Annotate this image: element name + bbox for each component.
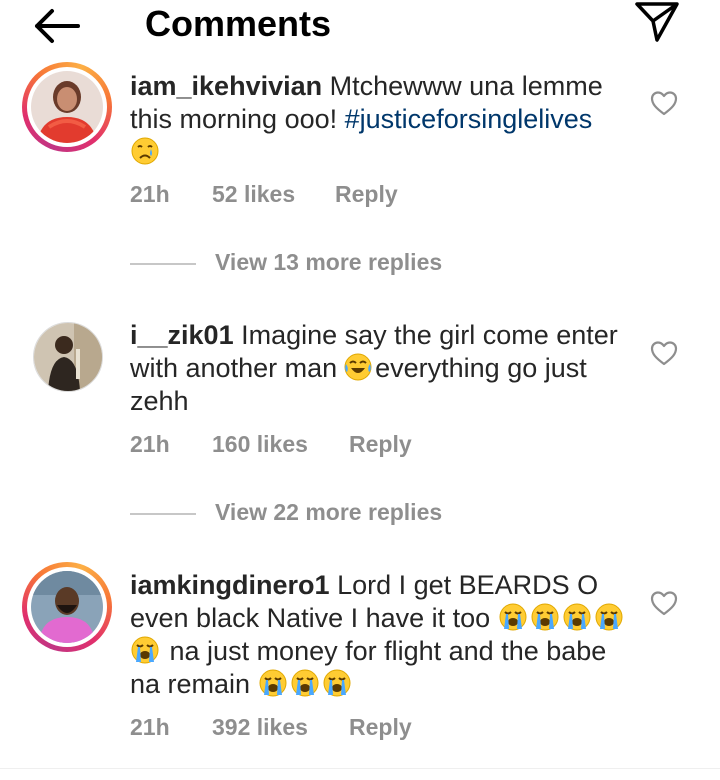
avatar[interactable]	[22, 562, 112, 652]
comment-text: iam_ikehvivian Mtchewww una lemme this m…	[130, 70, 630, 169]
avatar[interactable]	[22, 311, 112, 401]
comment-username[interactable]: iamkingdinero1	[130, 570, 330, 600]
comment-body-continued: na just money for flight and the babe na…	[130, 636, 607, 699]
profile-photo	[34, 323, 102, 391]
bottom-divider	[0, 768, 720, 769]
view-replies-button[interactable]: View 22 more replies	[130, 499, 530, 529]
heart-icon	[650, 341, 678, 366]
like-button[interactable]	[650, 340, 678, 366]
avatar[interactable]	[22, 62, 112, 152]
comments-header: Comments	[0, 0, 720, 52]
likes-count[interactable]: 160 likes	[212, 431, 308, 458]
loudly-crying-emoji	[290, 668, 320, 698]
share-button[interactable]	[633, 0, 681, 44]
loudly-crying-emoji	[530, 602, 560, 632]
hashtag-link[interactable]: #justiceforsinglelives	[345, 104, 593, 134]
back-button[interactable]	[30, 6, 82, 46]
view-replies-button[interactable]: View 13 more replies	[130, 249, 530, 279]
comment-time: 21h	[130, 714, 170, 740]
arrow-left-icon	[35, 9, 80, 43]
tears-of-joy-emoji	[343, 352, 373, 382]
comment-username[interactable]: iam_ikehvivian	[130, 71, 322, 101]
loudly-crying-emoji	[258, 668, 288, 698]
like-button[interactable]	[650, 90, 678, 116]
reply-button[interactable]: Reply	[349, 714, 412, 741]
comment-text: i__zik01 Imagine say the girl come enter…	[130, 319, 630, 418]
replies-divider	[130, 263, 196, 265]
heart-icon	[650, 91, 678, 116]
paper-plane-icon	[635, 2, 679, 42]
emoji-group	[258, 669, 354, 699]
loudly-crying-emoji	[498, 602, 528, 632]
view-replies-label: View 13 more replies	[215, 249, 443, 275]
replies-divider	[130, 513, 196, 515]
profile-photo	[31, 571, 103, 643]
heart-icon	[650, 591, 678, 616]
comment-time: 21h	[130, 431, 170, 457]
reply-button[interactable]: Reply	[349, 431, 412, 458]
comment-text: iamkingdinero1 Lord I get BEARDS O even …	[130, 569, 630, 701]
comment-username[interactable]: i__zik01	[130, 320, 234, 350]
reply-button[interactable]: Reply	[335, 181, 398, 208]
view-replies-label: View 22 more replies	[215, 499, 443, 525]
loudly-crying-emoji	[594, 602, 624, 632]
comment-time: 21h	[130, 181, 170, 207]
profile-photo	[31, 71, 103, 143]
page-title: Comments	[145, 3, 332, 44]
crying-face-emoji	[130, 136, 160, 166]
loudly-crying-emoji	[562, 602, 592, 632]
loudly-crying-emoji	[322, 668, 352, 698]
likes-count[interactable]: 52 likes	[212, 181, 295, 208]
likes-count[interactable]: 392 likes	[212, 714, 308, 741]
loudly-crying-emoji	[130, 635, 160, 665]
like-button[interactable]	[650, 590, 678, 616]
